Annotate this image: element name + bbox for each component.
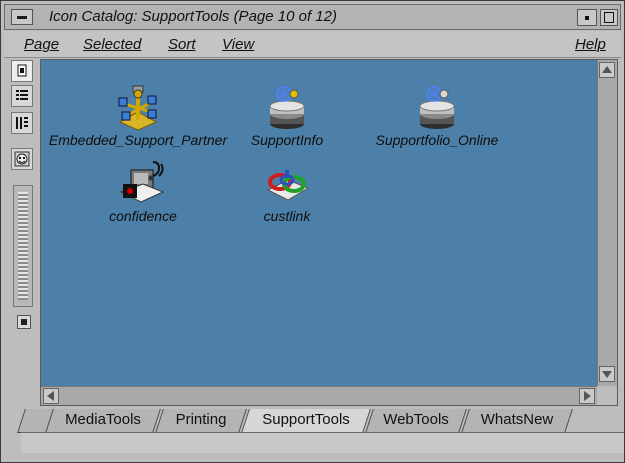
scroll-down-button[interactable] xyxy=(599,366,615,382)
tab-webtools[interactable]: WebTools xyxy=(365,409,467,433)
icon-label: SupportInfo xyxy=(250,132,324,148)
tab-label: WebTools xyxy=(383,411,449,428)
scroll-up-button[interactable] xyxy=(599,62,615,78)
horizontal-scrollbar[interactable] xyxy=(41,386,597,405)
web-stack-icon xyxy=(269,86,305,129)
scroll-right-button[interactable] xyxy=(579,388,595,404)
list-view-icon xyxy=(16,90,28,100)
slider-stop-button[interactable] xyxy=(17,315,31,329)
icon-label: confidence xyxy=(109,208,177,224)
tab-baseline xyxy=(21,432,624,453)
face-view-button[interactable] xyxy=(11,148,33,170)
tab-mediatools[interactable]: MediaTools xyxy=(45,409,161,433)
list-view-button[interactable] xyxy=(11,85,33,107)
arrow-down-icon xyxy=(602,371,612,378)
menu-sort[interactable]: Sort xyxy=(168,36,196,53)
tab-label: Printing xyxy=(175,411,227,428)
scroll-left-button[interactable] xyxy=(43,388,59,404)
icon-label: custlink xyxy=(263,208,311,224)
catalog-icon-supportinfo[interactable]: SupportInfo xyxy=(237,82,337,148)
menu-view[interactable]: View xyxy=(222,36,254,53)
tab-label: WhatsNew xyxy=(480,411,554,428)
window-title: Icon Catalog: SupportTools (Page 10 of 1… xyxy=(49,8,337,25)
title-bar[interactable]: Icon Catalog: SupportTools (Page 10 of 1… xyxy=(4,4,621,30)
tab-label: SupportTools xyxy=(262,411,350,428)
column-view-icon xyxy=(16,117,28,129)
arrow-right-icon xyxy=(584,391,591,401)
window-menu-button[interactable] xyxy=(11,9,33,25)
tab-label: MediaTools xyxy=(65,411,141,428)
icon-view-button[interactable] xyxy=(11,60,33,82)
menu-help[interactable]: Help xyxy=(575,36,606,53)
icon-size-slider[interactable] xyxy=(13,185,33,307)
menu-bar: Page Selected Sort View Help xyxy=(4,31,621,58)
face-icon xyxy=(14,151,30,167)
vertical-scrollbar[interactable] xyxy=(597,60,617,386)
tab-supporttools[interactable]: SupportTools xyxy=(241,409,371,433)
slider-groove xyxy=(18,192,28,300)
arrow-up-icon xyxy=(602,66,612,73)
icon-catalog-window: Icon Catalog: SupportTools (Page 10 of 1… xyxy=(0,0,625,463)
tab-printing[interactable]: Printing xyxy=(155,409,247,433)
catalog-icon-embedded-support-partner[interactable]: Embedded_Support_Partner xyxy=(45,82,231,148)
partner-icon xyxy=(118,85,158,131)
menu-page[interactable]: Page xyxy=(24,36,59,53)
stethoscope-icon xyxy=(119,161,165,203)
catalog-icon-supportfolio-online[interactable]: Supportfolio_Online xyxy=(371,82,503,148)
catalog-icon-confidence[interactable]: confidence xyxy=(93,158,193,224)
tab-whatsnew[interactable]: WhatsNew xyxy=(461,409,573,433)
link-icon xyxy=(266,170,310,201)
maximize-button[interactable] xyxy=(600,9,618,26)
icon-label: Supportfolio_Online xyxy=(375,132,499,148)
minimize-button[interactable] xyxy=(577,9,597,26)
view-tool-strip xyxy=(9,58,37,403)
scroll-corner xyxy=(597,386,617,405)
menu-selected[interactable]: Selected xyxy=(83,36,141,53)
column-view-button[interactable] xyxy=(11,112,33,134)
icon-label: Embedded_Support_Partner xyxy=(48,132,228,148)
arrow-left-icon xyxy=(47,391,54,401)
icon-canvas[interactable]: Embedded_Support_Partner SupportInfo Sup… xyxy=(41,60,597,386)
web-stack-icon xyxy=(419,86,455,129)
catalog-icon-custlink[interactable]: custlink xyxy=(247,158,327,224)
catalog-area: Embedded_Support_Partner SupportInfo Sup… xyxy=(40,59,618,406)
icon-view-icon xyxy=(17,64,27,77)
